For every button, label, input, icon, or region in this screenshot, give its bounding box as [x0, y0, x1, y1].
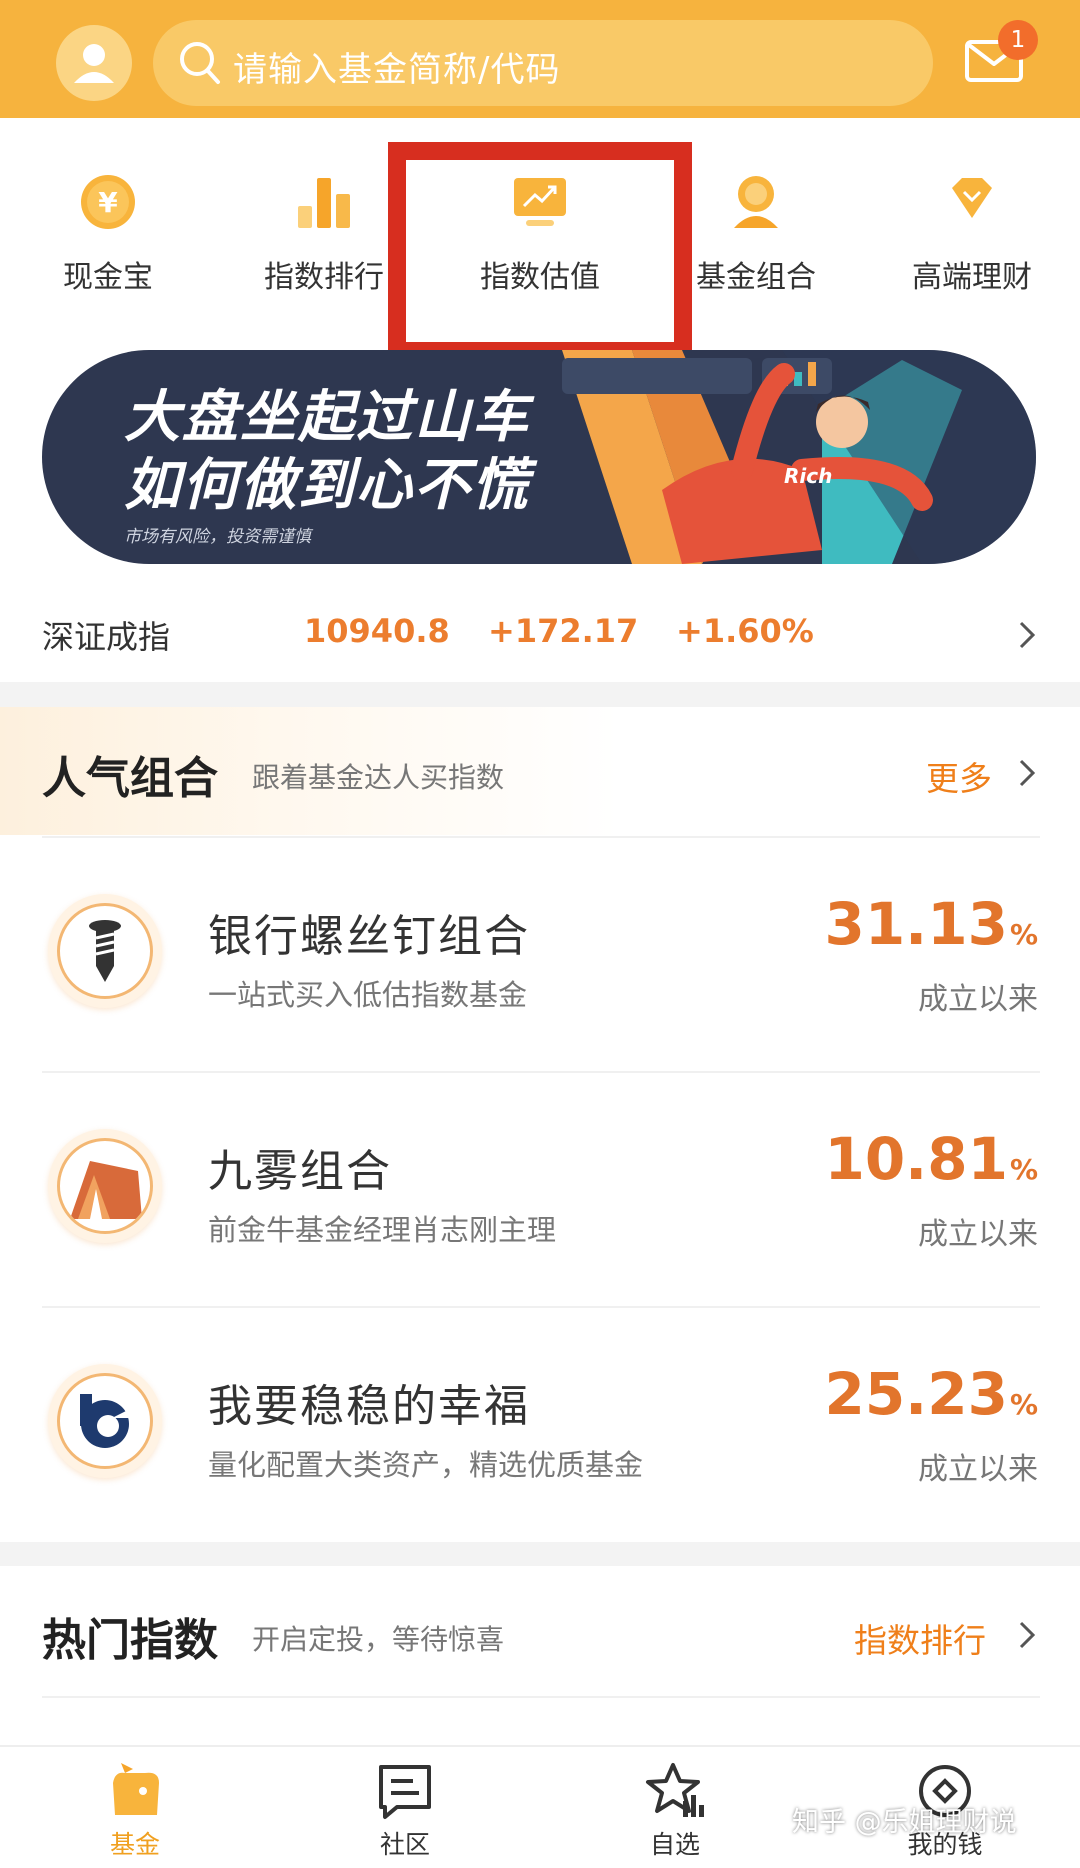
- bar-chart-icon: [298, 178, 350, 228]
- community-icon: [379, 1765, 431, 1819]
- b-logo-icon: [80, 1394, 136, 1448]
- search-icon: [180, 42, 220, 84]
- portfolio-name: 九雾组合: [208, 1146, 392, 1197]
- list-item[interactable]: 我要稳稳的幸福 量化配置大类资产，精选优质基金 25.23% 成立以来: [0, 1308, 1080, 1542]
- chevron-right-icon[interactable]: [1018, 1620, 1036, 1650]
- portfolio-avatar: [48, 894, 162, 1008]
- index-ticker[interactable]: 深证成指 10940.8 +172.17 +1.60%: [0, 590, 1080, 682]
- ticker-change-pct: +1.60%: [676, 612, 814, 650]
- portfolio-avatar: [48, 1364, 162, 1478]
- highlight-box: [388, 142, 692, 360]
- portfolio-desc: 量化配置大类资产，精选优质基金: [208, 1448, 644, 1482]
- shirt-text: Rich: [784, 464, 833, 488]
- banner-disclaimer: 市场有风险，投资需谨慎: [124, 527, 311, 547]
- section-divider: [0, 682, 1080, 707]
- portfolio-return: 10.81%: [824, 1125, 1038, 1193]
- watermark: 知乎 @乐姐理财说: [792, 1807, 1017, 1838]
- avatar[interactable]: [56, 25, 132, 101]
- star-chart-icon: [646, 1763, 704, 1817]
- portfolio-name: 我要稳稳的幸福: [208, 1381, 530, 1432]
- fund-bag-icon: [113, 1763, 159, 1815]
- portfolio-name: 银行螺丝钉组合: [208, 911, 530, 962]
- tab-label: 自选: [649, 1830, 700, 1859]
- nav-item-premium[interactable]: 高端理财: [864, 170, 1080, 296]
- ticker-value: 10940.8: [304, 612, 450, 650]
- unread-badge: 1: [998, 20, 1038, 60]
- portfolio-desc: 前金牛基金经理肖志刚主理: [208, 1213, 557, 1247]
- hot-index-subtitle: 开启定投，等待惊喜: [252, 1623, 505, 1656]
- diamond-icon: [952, 178, 992, 218]
- return-label: 成立以来: [918, 1217, 1038, 1252]
- index-rank-link[interactable]: 指数排行: [854, 1614, 986, 1662]
- tab-label: 社区: [379, 1830, 430, 1859]
- nav-label: 现金宝: [63, 260, 153, 295]
- portfolio-return: 31.13%: [824, 890, 1038, 958]
- app-header: 请输入基金简称/代码 1: [0, 0, 1080, 118]
- user-icon: [74, 44, 114, 83]
- search-placeholder: 请输入基金简称/代码: [233, 50, 561, 90]
- list-item[interactable]: 九雾组合 前金牛基金经理肖志刚主理 10.81% 成立以来: [0, 1073, 1080, 1307]
- tab-fund[interactable]: 基金: [55, 1761, 215, 1861]
- portfolio-avatar: [48, 1129, 162, 1243]
- popular-title: 人气组合: [42, 753, 218, 804]
- mountain-icon: [70, 1161, 142, 1219]
- popular-subtitle: 跟着基金达人买指数: [252, 761, 505, 794]
- promo-banner[interactable]: 大盘坐起过山车 如何做到心不慌 市场有风险，投资需谨慎 Rich: [42, 350, 1036, 564]
- chevron-right-icon: [1019, 621, 1036, 649]
- ticker-change: +172.17: [488, 612, 639, 650]
- nav-item-cash[interactable]: ¥ 现金宝: [0, 170, 216, 296]
- tab-community[interactable]: 社区: [325, 1761, 485, 1861]
- hot-index-title: 热门指数: [42, 1615, 218, 1666]
- popular-more-link[interactable]: 更多: [926, 752, 992, 800]
- yen-coin-icon: ¥: [81, 175, 135, 229]
- screw-icon: [89, 920, 121, 982]
- chevron-right-icon[interactable]: [1018, 758, 1036, 788]
- return-label: 成立以来: [918, 1452, 1038, 1487]
- row-divider: [42, 1696, 1040, 1698]
- portfolio-return: 25.23%: [824, 1360, 1038, 1428]
- medal-icon: [734, 176, 778, 228]
- tab-label: 基金: [109, 1830, 160, 1859]
- ticker-name: 深证成指: [42, 618, 171, 656]
- nav-label: 高端理财: [912, 260, 1032, 295]
- portfolio-desc: 一站式买入低估指数基金: [208, 978, 528, 1012]
- section-divider: [0, 1542, 1080, 1566]
- tab-watchlist[interactable]: 自选: [595, 1761, 755, 1861]
- banner-headline-2: 如何做到心不慌: [124, 453, 530, 518]
- list-item[interactable]: 银行螺丝钉组合 一站式买入低估指数基金 31.13% 成立以来: [0, 838, 1080, 1072]
- return-label: 成立以来: [918, 982, 1038, 1017]
- search-input[interactable]: 请输入基金简称/代码: [153, 20, 933, 106]
- svg-text:¥: ¥: [98, 186, 118, 219]
